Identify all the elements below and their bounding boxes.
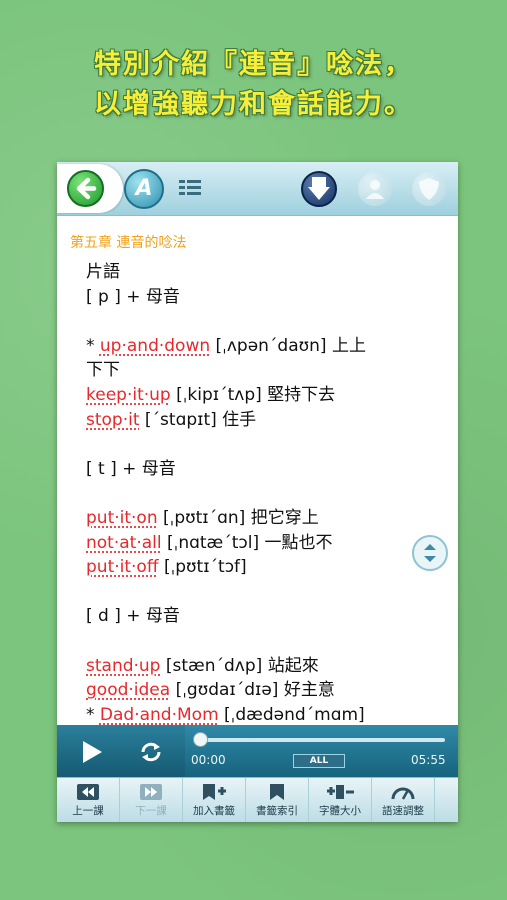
time-total: 05:55	[411, 753, 446, 767]
line-text: 下下	[86, 360, 120, 381]
bookmark-index-icon	[270, 784, 284, 800]
line-text: [ p ] + 母音	[86, 286, 180, 307]
speed-adjust-button[interactable]: 語速調整	[372, 778, 435, 822]
line-text: [ˌpʊtɪ΄tɔf]	[158, 557, 247, 578]
font-size-icon	[327, 785, 354, 799]
lesson-line: [ p ] + 母音	[86, 285, 426, 310]
line-text: 片語	[86, 262, 120, 282]
line-text: [ˌʌpən΄daʊn] 上上	[210, 335, 366, 356]
font-size-label: 字體大小	[319, 805, 361, 817]
next-lesson-icon	[140, 784, 162, 800]
time-elapsed: 00:00	[191, 753, 226, 767]
lesson-line: [ d ] + 母音	[86, 604, 426, 629]
player-controls	[57, 725, 185, 777]
line-text: [΄stɑpɪt] 住手	[139, 409, 257, 430]
repeat-mode-badge[interactable]: ALL	[293, 754, 345, 768]
lesson-line: stop·it [΄stɑpɪt] 住手	[86, 408, 426, 433]
play-icon[interactable]	[79, 739, 105, 765]
lesson-line: 片語	[86, 260, 426, 285]
lesson-line: put·it·off [ˌpʊtɪ΄tɔf]	[86, 555, 426, 580]
lesson-line: * Dad·and·Mom [ˌdædənd΄mɑm]	[86, 703, 426, 725]
scroll-arrows-icon[interactable]	[412, 535, 448, 571]
speed-adjust-icon	[391, 787, 415, 800]
add-bookmark-label: 加入書籤	[193, 805, 235, 817]
user-icon[interactable]	[358, 172, 392, 206]
bookmark-index-label: 書籤索引	[256, 805, 298, 817]
top-toolbar: A	[57, 162, 458, 216]
phrase-term[interactable]: Dad·and·Mom	[100, 705, 219, 725]
line-text: [ˌkipɪ΄tʌp] 堅持下去	[170, 384, 336, 405]
next-lesson-button[interactable]: 下一課	[120, 778, 183, 822]
progress-knob[interactable]	[193, 732, 208, 747]
lesson-content[interactable]: 第五章 連音的唸法 片語 [ p ] + 母音 * up·and·down [ˌʌ…	[57, 217, 458, 725]
add-bookmark-icon	[203, 784, 226, 800]
shield-icon[interactable]	[412, 172, 446, 206]
phrase-term[interactable]: stop·it	[86, 410, 140, 430]
line-text: [ˌpʊtɪ΄ɑn] 把它穿上	[157, 507, 319, 528]
phrase-term[interactable]: put·it·off	[86, 557, 159, 577]
lesson-line: good·idea [ˌgʊdaɪ΄dɪə] 好主意	[86, 678, 426, 703]
line-text: [stæn΄dʌp] 站起來	[160, 655, 319, 676]
line-text: [ˌgʊdaɪ΄dɪə] 好主意	[170, 680, 335, 701]
prev-lesson-label: 上一課	[72, 805, 104, 817]
lesson-line: * up·and·down [ˌʌpən΄daʊn] 上上	[86, 334, 426, 359]
lesson-line: stand·up [stæn΄dʌp] 站起來	[86, 654, 426, 679]
lesson-line: put·it·on [ˌpʊtɪ΄ɑn] 把它穿上	[86, 506, 426, 531]
bookmark-index-button[interactable]: 書籤索引	[246, 778, 309, 822]
phrase-term[interactable]: put·it·on	[86, 508, 158, 528]
list-icon[interactable]	[176, 174, 206, 204]
font-size-button[interactable]: 字體大小	[309, 778, 372, 822]
app-panel: A 第五章 連音的唸法 片語[ p] + 母音 * up·and·down […	[57, 162, 458, 822]
bottom-toolbar: 上一課 下一課 加入書籤 書籤索引 字體大小 語速調整	[57, 777, 458, 822]
lesson-line: [ t ] + 母音	[86, 457, 426, 482]
back-button[interactable]	[57, 164, 123, 213]
phrase-term[interactable]: up·and·down	[100, 336, 210, 356]
line-text: [ t ] + 母音	[86, 458, 176, 479]
lesson-line: 下下	[86, 358, 426, 383]
lesson-text: 片語 [ p ] + 母音 * up·and·down [ˌʌpən΄daʊn] …	[86, 260, 426, 725]
add-bookmark-button[interactable]: 加入書籤	[183, 778, 246, 822]
phrase-term[interactable]: not·at·all	[86, 533, 162, 553]
lesson-line: keep·it·up [ˌkipɪ΄tʌp] 堅持下去	[86, 383, 426, 408]
headline-line-2: 以增強聽力和會話能力。	[94, 89, 413, 120]
chapter-title: 第五章 連音的唸法	[70, 235, 187, 251]
lesson-line: not·at·all [ˌnɑtæ΄tɔl] 一點也不	[86, 531, 426, 556]
prev-lesson-button[interactable]: 上一課	[57, 778, 120, 822]
download-icon[interactable]	[301, 171, 337, 207]
next-lesson-label: 下一課	[135, 805, 167, 817]
progress-track[interactable]	[197, 738, 445, 742]
line-text: *	[86, 704, 100, 725]
font-style-button[interactable]: A	[124, 169, 164, 209]
line-text: [ˌdædənd΄mɑm]	[218, 704, 365, 725]
phrase-term[interactable]: stand·up	[86, 656, 160, 676]
line-text: *	[86, 335, 100, 356]
prev-lesson-icon	[77, 784, 99, 800]
back-arrow-icon	[67, 170, 104, 207]
audio-player: 00:00 ALL 05:55	[57, 725, 458, 777]
repeat-icon[interactable]	[137, 738, 165, 766]
line-text: [ˌnɑtæ΄tɔl] 一點也不	[161, 532, 333, 553]
headline-line-1: 特別介紹『連音』唸法，	[94, 49, 413, 80]
speed-adjust-label: 語速調整	[382, 805, 424, 817]
phrase-term[interactable]: good·idea	[86, 680, 170, 700]
line-text: [ d ] + 母音	[86, 606, 180, 627]
phrase-term[interactable]: keep·it·up	[86, 385, 171, 405]
